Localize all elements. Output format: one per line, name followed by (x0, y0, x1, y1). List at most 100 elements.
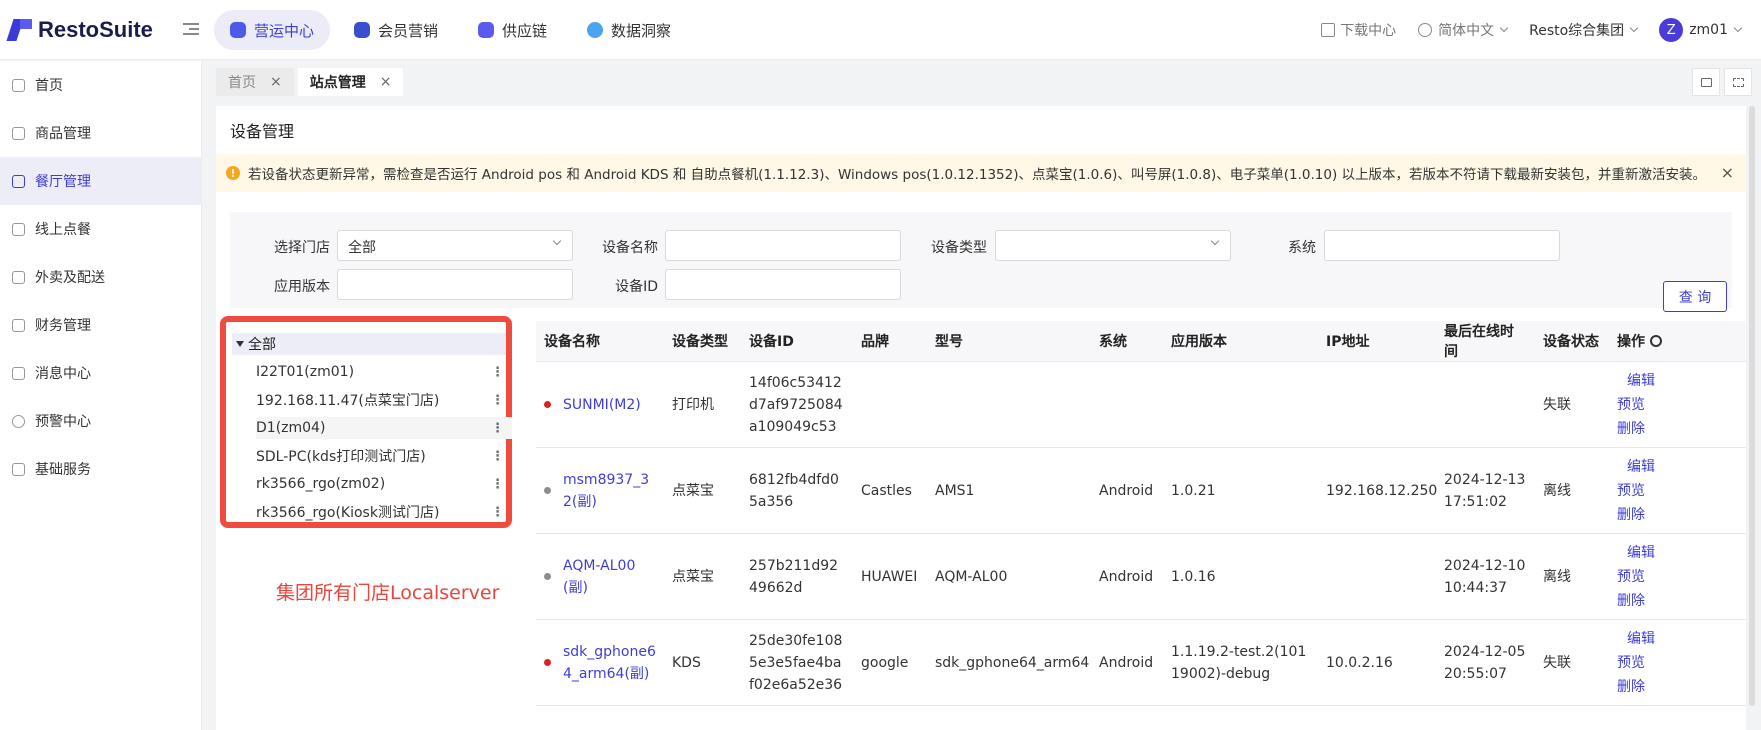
more-icon[interactable]: ⋮ (491, 365, 504, 380)
brand-cell-text: HUAWEI (861, 568, 918, 585)
device-type-select[interactable] (995, 230, 1231, 261)
sidebar-item-home[interactable]: 首页 (0, 61, 201, 109)
sidebar-item-label: 财务管理 (35, 318, 91, 334)
status-cell: 失联 (1535, 619, 1609, 706)
app-version-cell-text: 1.0.21 (1171, 482, 1216, 499)
nav-tab-insights[interactable]: 数据洞察 (571, 10, 687, 50)
nav-tab-supply-chain[interactable]: 供应链 (462, 10, 563, 50)
actions-cell: 编辑 预览 删除 (1609, 447, 1746, 534)
scrollbar[interactable] (1748, 106, 1756, 730)
user-menu[interactable]: Z zm01 (1659, 18, 1743, 42)
system-cell: Android (1091, 533, 1163, 620)
tab-home[interactable]: 首页 × (216, 68, 294, 96)
sidebar-item-basic-services[interactable]: 基础服务 (0, 445, 201, 493)
sidebar-item-restaurant[interactable]: 餐厅管理 (0, 157, 201, 205)
scroll-thumb[interactable] (1749, 106, 1755, 706)
tree-node[interactable]: 192.168.11.47(点菜宝门店) ⋮ (256, 389, 512, 411)
sidebar-item-delivery[interactable]: 外卖及配送 (0, 253, 201, 301)
last-online-cell-text: 2024-12-05 20:55:07 (1444, 643, 1526, 682)
preview-button[interactable]: 预览 (1617, 479, 1645, 503)
ip-cell-text: 192.168.12.250 (1326, 482, 1438, 499)
language-select[interactable]: 简体中文 (1418, 20, 1509, 40)
tree-root-label: 全部 (248, 337, 276, 353)
sidebar-item-finance[interactable]: 财务管理 (0, 301, 201, 349)
device-id-input[interactable] (665, 269, 901, 300)
status-dot (544, 659, 551, 666)
nav-tab-label: 供应链 (502, 21, 548, 40)
col-status: 设备状态 (1535, 321, 1609, 362)
edit-button[interactable]: 编辑 (1627, 369, 1655, 393)
caret-down-icon (236, 341, 244, 347)
device-name-cell: SUNMI(M2) (536, 361, 664, 448)
tab-label: 站点管理 (309, 75, 366, 91)
sidebar-item-alerts[interactable]: 预警中心 (0, 397, 201, 445)
store-icon (12, 174, 25, 188)
tree-node[interactable]: I22T01(zm01) ⋮ (256, 361, 512, 383)
more-icon[interactable]: ⋮ (491, 393, 504, 408)
device-name-link[interactable]: SUNMI(M2) (544, 394, 656, 416)
device-type-cell-text: 点菜宝 (672, 568, 714, 585)
gear-icon[interactable] (1650, 335, 1662, 347)
actions-cell: 编辑 预览 删除 (1609, 619, 1746, 706)
more-icon[interactable]: ⋮ (491, 505, 504, 520)
tab-site-management[interactable]: 站点管理 × (297, 68, 404, 96)
collapse-menu-icon[interactable] (183, 21, 199, 37)
device-name-text: AQM-AL00(副) (563, 557, 636, 596)
nav-tab-operations[interactable]: 营运中心 (214, 10, 331, 50)
query-button[interactable]: 查 询 (1663, 281, 1727, 312)
store-select-value: 全部 (348, 240, 376, 256)
col-actions: 操作 (1609, 321, 1746, 362)
store-select[interactable]: 全部 (337, 230, 573, 261)
system-cell: Android (1091, 447, 1163, 534)
store-icon-button[interactable] (1692, 68, 1720, 96)
device-name-link[interactable]: AQM-AL00(副) (544, 555, 656, 599)
fullscreen-button[interactable] (1724, 68, 1752, 96)
more-icon[interactable]: ⋮ (491, 449, 504, 464)
preview-button[interactable]: 预览 (1617, 651, 1645, 675)
avatar: Z (1659, 18, 1684, 42)
preview-button[interactable]: 预览 (1617, 565, 1645, 589)
model-cell-text: AMS1 (935, 482, 975, 499)
col-actions-label: 操作 (1617, 334, 1645, 350)
preview-button[interactable]: 预览 (1617, 393, 1645, 417)
app-version-input[interactable] (337, 269, 573, 300)
nav-tab-membership[interactable]: 会员营销 (338, 10, 454, 50)
sidebar-item-products[interactable]: 商品管理 (0, 109, 201, 157)
device-name-link[interactable]: msm8937_32(副) (544, 469, 656, 513)
delete-button[interactable]: 删除 (1617, 675, 1645, 699)
tree-node[interactable]: SDL-PC(kds打印测试门店) ⋮ (256, 445, 512, 467)
tree-node-label: I22T01(zm01) (256, 364, 355, 380)
org-select[interactable]: Resto综合集团 (1529, 20, 1639, 40)
bulb-icon (12, 414, 25, 428)
edit-button[interactable]: 编辑 (1627, 541, 1655, 565)
more-icon[interactable]: ⋮ (491, 421, 504, 436)
delete-button[interactable]: 删除 (1617, 503, 1645, 527)
download-center-link[interactable]: 下载中心 (1321, 20, 1396, 40)
annotation-text: 集团所有门店Localserver (276, 582, 500, 604)
close-icon[interactable]: × (270, 74, 282, 90)
delete-button[interactable]: 删除 (1617, 589, 1645, 613)
device-id-cell: 257b211d9249662d (741, 533, 853, 620)
brand-cell-text: Castles (861, 482, 912, 499)
device-name-link[interactable]: sdk_gphone64_arm64(副) (544, 641, 656, 685)
more-icon[interactable]: ⋮ (491, 477, 504, 492)
col-brand: 品牌 (853, 321, 927, 362)
close-icon[interactable]: × (1721, 163, 1734, 182)
app-version-cell: 1.0.16 (1163, 533, 1318, 620)
close-icon[interactable]: × (380, 74, 392, 90)
system-input[interactable] (1324, 230, 1560, 261)
restosuite-logo[interactable]: RestoSuite (6, 17, 153, 43)
tree-node[interactable]: D1(zm04) ⋮ (256, 417, 512, 439)
edit-button[interactable]: 编辑 (1627, 627, 1655, 651)
device-name-input[interactable] (665, 230, 901, 261)
sidebar-item-messages[interactable]: 消息中心 (0, 349, 201, 397)
tree-root-all[interactable]: 全部 (232, 333, 506, 355)
device-name-label: 设备名称 (602, 240, 658, 256)
edit-button[interactable]: 编辑 (1627, 455, 1655, 479)
sidebar-item-online-ordering[interactable]: 线上点餐 (0, 205, 201, 253)
tree-node-label: SDL-PC(kds打印测试门店) (256, 449, 426, 465)
tree-node[interactable]: rk3566_rgo(Kiosk测试门店) ⋮ (256, 501, 512, 523)
delete-button[interactable]: 删除 (1617, 417, 1645, 441)
tree-node[interactable]: rk3566_rgo(zm02) ⋮ (256, 473, 512, 495)
col-model: 型号 (927, 321, 1091, 362)
